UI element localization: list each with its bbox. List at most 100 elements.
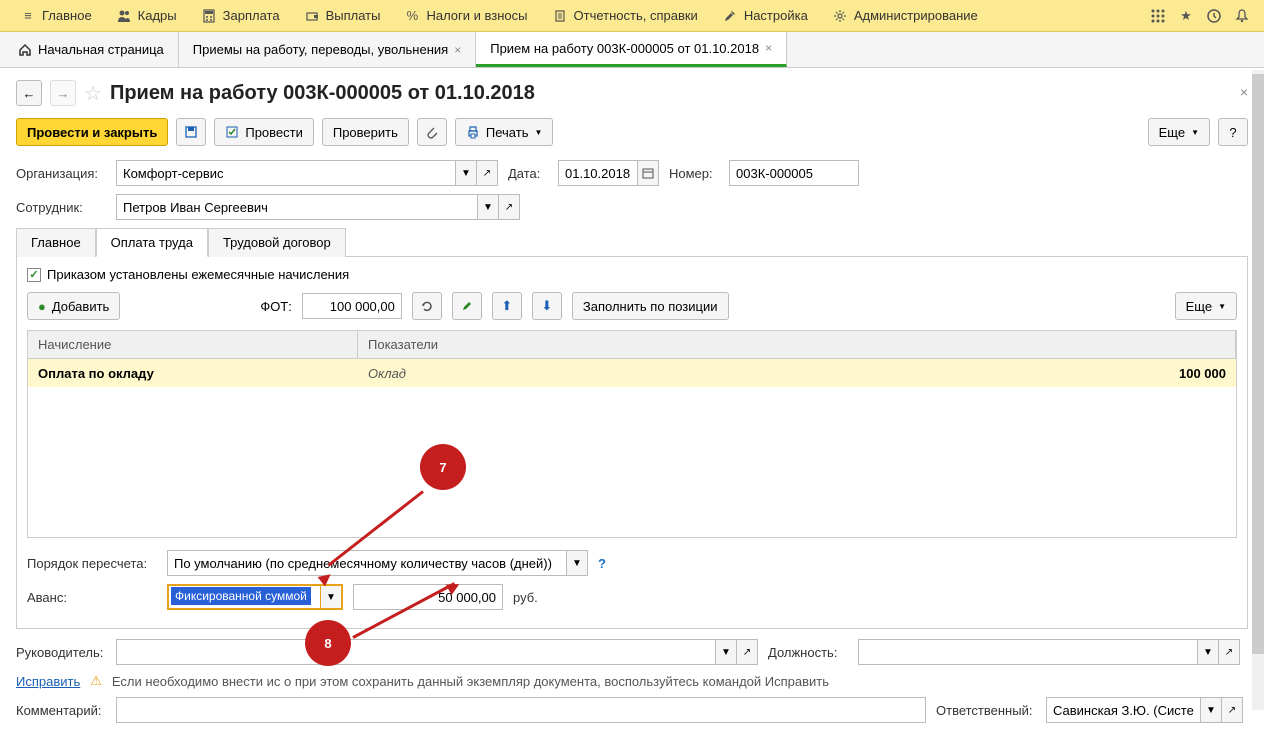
- home-icon: [18, 43, 32, 57]
- table-row[interactable]: Оплата по окладу Оклад 100 000: [28, 359, 1236, 387]
- bell-icon[interactable]: [1228, 2, 1256, 30]
- dropdown-button[interactable]: ▼: [566, 550, 588, 576]
- apps-icon[interactable]: [1144, 2, 1172, 30]
- history-icon[interactable]: [1200, 2, 1228, 30]
- tab-label: Приемы на работу, переводы, увольнения: [193, 42, 448, 57]
- menu-label: Отчетность, справки: [574, 8, 698, 23]
- scroll-thumb[interactable]: [1252, 74, 1264, 654]
- manager-field[interactable]: [116, 639, 716, 665]
- position-field[interactable]: [858, 639, 1198, 665]
- star-icon[interactable]: ★: [1172, 2, 1200, 30]
- close-icon[interactable]: ×: [765, 41, 772, 55]
- org-field[interactable]: [116, 160, 456, 186]
- percent-icon: %: [404, 8, 420, 24]
- table-toolbar: ● Добавить ФОТ: ⬆ ⬇ Заполнить по позиции…: [27, 292, 1237, 320]
- move-up-button[interactable]: ⬆: [492, 292, 522, 320]
- close-button[interactable]: ×: [1240, 84, 1248, 100]
- nav-forward-button[interactable]: →: [50, 80, 76, 106]
- close-icon[interactable]: ×: [454, 43, 461, 57]
- checkbox[interactable]: ✓: [27, 268, 41, 282]
- tab-home[interactable]: Начальная страница: [4, 32, 179, 67]
- manager-label: Руководитель:: [16, 645, 106, 660]
- comment-field[interactable]: [116, 697, 926, 723]
- fot-label: ФОТ:: [260, 299, 292, 314]
- advance-label: Аванс:: [27, 590, 157, 605]
- number-field[interactable]: [729, 160, 859, 186]
- fot-field[interactable]: [302, 293, 402, 319]
- help-button[interactable]: ?: [1218, 118, 1248, 146]
- attach-button[interactable]: [417, 118, 447, 146]
- checkbox-label: Приказом установлены ежемесячные начисле…: [47, 267, 349, 282]
- cell-accrual: Оплата по окладу: [28, 366, 358, 381]
- advance-type-field[interactable]: Фиксированной суммой: [167, 584, 322, 610]
- conduct-button[interactable]: Провести: [214, 118, 314, 146]
- open-button[interactable]: ↗: [736, 639, 758, 665]
- edit-button[interactable]: [452, 292, 482, 320]
- tab-list[interactable]: Приемы на работу, переводы, увольнения ×: [179, 32, 476, 67]
- currency-label: руб.: [513, 590, 538, 605]
- conduct-and-close-button[interactable]: Провести и закрыть: [16, 118, 168, 146]
- menu-zarplata[interactable]: Зарплата: [189, 0, 292, 31]
- menu-otchet[interactable]: Отчетность, справки: [540, 0, 710, 31]
- add-button[interactable]: ● Добавить: [27, 292, 120, 320]
- favorite-star-icon[interactable]: ☆: [84, 81, 102, 106]
- dropdown-button[interactable]: ▼: [321, 584, 343, 610]
- menu-hamburger[interactable]: ≡ Главное: [8, 0, 104, 31]
- open-button[interactable]: ↗: [1221, 697, 1243, 723]
- page-title: Прием на работу 003К-000005 от 01.10.201…: [110, 82, 535, 105]
- move-down-button[interactable]: ⬇: [532, 292, 562, 320]
- fix-row: Исправить ⚠ Если необходимо внести ис о …: [16, 673, 1248, 689]
- comment-row: Комментарий: Ответственный: ▼ ↗: [16, 697, 1248, 723]
- people-icon: [116, 8, 132, 24]
- open-button[interactable]: ↗: [498, 194, 520, 220]
- fix-link[interactable]: Исправить: [16, 674, 80, 689]
- menu-label: Настройка: [744, 8, 808, 23]
- manager-row: Руководитель: ▼ ↗ Должность: ▼ ↗: [16, 639, 1248, 665]
- dropdown-button[interactable]: ▼: [455, 160, 477, 186]
- inner-tabs: Главное Оплата труда Трудовой договор: [16, 228, 1248, 257]
- content-area: ← → ☆ Прием на работу 003К-000005 от 01.…: [0, 68, 1264, 743]
- menu-nastroika[interactable]: Настройка: [710, 0, 820, 31]
- advance-type-value: Фиксированной суммой: [171, 587, 311, 605]
- tab-contract[interactable]: Трудовой договор: [208, 228, 346, 257]
- responsible-label: Ответственный:: [936, 703, 1036, 718]
- fill-button[interactable]: Заполнить по позиции: [572, 292, 729, 320]
- menu-label: Зарплата: [223, 8, 280, 23]
- calendar-button[interactable]: [637, 160, 659, 186]
- tab-label: Начальная страница: [38, 42, 164, 57]
- button-label: Еще: [1159, 125, 1185, 140]
- check-button[interactable]: Проверить: [322, 118, 409, 146]
- menu-vyplaty[interactable]: Выплаты: [292, 0, 393, 31]
- tabs-bar: Начальная страница Приемы на работу, пер…: [0, 32, 1264, 68]
- scrollbar[interactable]: [1252, 70, 1264, 710]
- tab-pay[interactable]: Оплата труда: [96, 228, 208, 257]
- employee-field[interactable]: [116, 194, 478, 220]
- gear-icon: [832, 8, 848, 24]
- date-field[interactable]: [558, 160, 638, 186]
- help-icon[interactable]: ?: [598, 556, 606, 571]
- button-label: Проверить: [333, 125, 398, 140]
- pay-panel: ✓ Приказом установлены ежемесячные начис…: [16, 256, 1248, 629]
- dropdown-button[interactable]: ▼: [1200, 697, 1222, 723]
- col-accrual: Начисление: [28, 331, 358, 358]
- tab-main[interactable]: Главное: [16, 228, 96, 257]
- print-button[interactable]: Печать ▼: [455, 118, 554, 146]
- refresh-button[interactable]: [412, 292, 442, 320]
- dropdown-button[interactable]: ▼: [1197, 639, 1219, 665]
- menu-admin[interactable]: Администрирование: [820, 0, 990, 31]
- dropdown-button[interactable]: ▼: [715, 639, 737, 665]
- col-indicators: Показатели: [358, 331, 1236, 358]
- open-button[interactable]: ↗: [1218, 639, 1240, 665]
- open-button[interactable]: ↗: [476, 160, 498, 186]
- nav-back-button[interactable]: ←: [16, 80, 42, 106]
- menu-kadry[interactable]: Кадры: [104, 0, 189, 31]
- menu-nalogi[interactable]: % Налоги и взносы: [392, 0, 539, 31]
- dropdown-button[interactable]: ▼: [477, 194, 499, 220]
- save-button[interactable]: [176, 118, 206, 146]
- more-button[interactable]: Еще ▼: [1175, 292, 1237, 320]
- tab-document[interactable]: Прием на работу 003К-000005 от 01.10.201…: [476, 32, 787, 67]
- position-label: Должность:: [768, 645, 848, 660]
- recalc-field[interactable]: [167, 550, 567, 576]
- more-button[interactable]: Еще ▼: [1148, 118, 1210, 146]
- responsible-field[interactable]: [1046, 697, 1201, 723]
